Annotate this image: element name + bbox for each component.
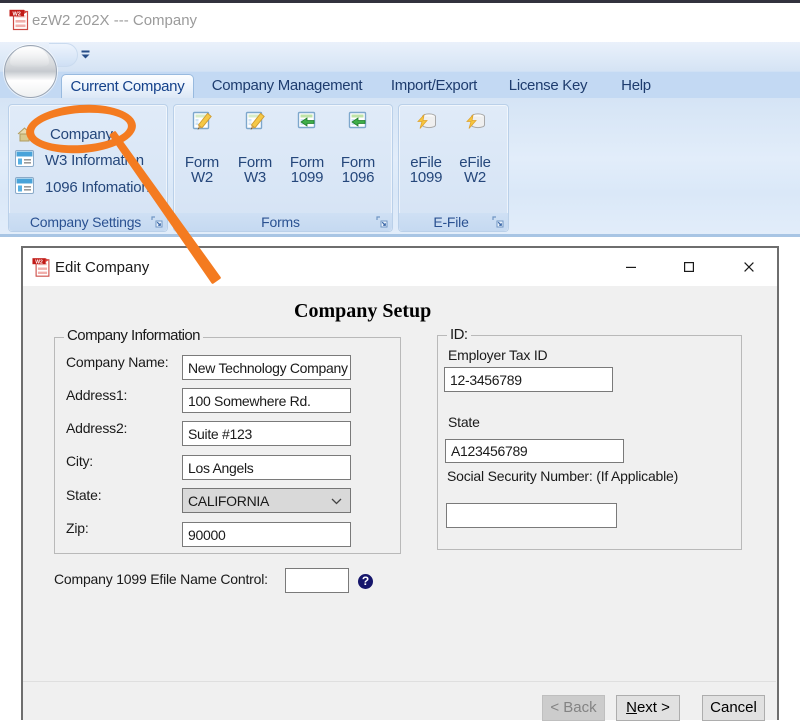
svg-text:W2: W2	[13, 11, 21, 17]
svg-text:W2: W2	[35, 259, 43, 265]
